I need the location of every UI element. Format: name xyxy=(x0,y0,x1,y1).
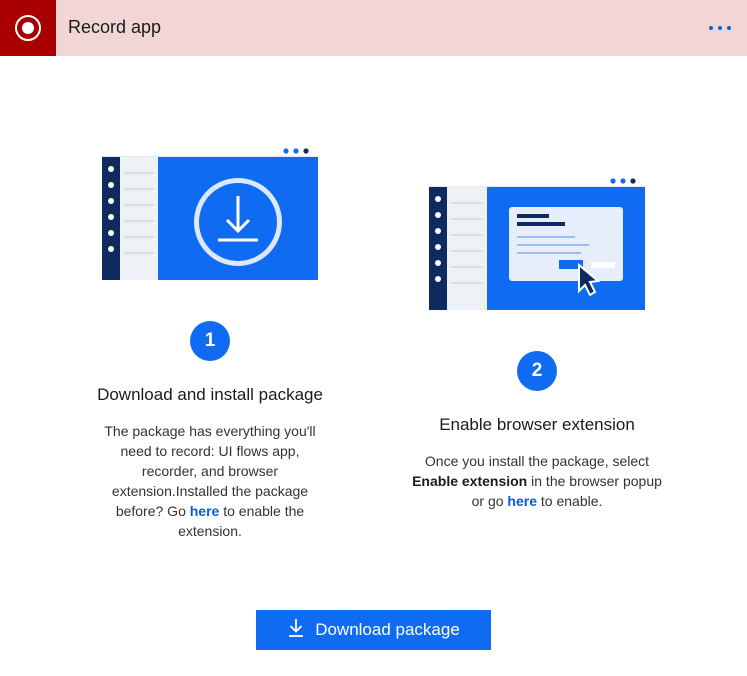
download-icon xyxy=(287,618,305,643)
download-package-button[interactable]: Download package xyxy=(256,610,491,650)
enable-extension-link[interactable]: here xyxy=(507,493,537,509)
step-number-badge: 2 xyxy=(517,351,557,391)
enable-extension-link[interactable]: here xyxy=(190,503,220,519)
record-icon xyxy=(0,0,56,56)
app-title: Record app xyxy=(68,17,162,37)
step-title: Download and install package xyxy=(97,385,323,404)
step-description: Once you install the package, select Ena… xyxy=(412,453,662,509)
step-title: Enable browser extension xyxy=(439,415,635,434)
step-number-badge: 1 xyxy=(190,321,230,361)
app-header: Record app xyxy=(0,0,747,56)
browser-extension-illustration xyxy=(429,174,645,310)
download-illustration xyxy=(102,144,318,280)
more-options-icon[interactable] xyxy=(702,16,738,40)
download-button-label: Download package xyxy=(315,620,460,639)
step-description: The package has everything you'll need t… xyxy=(104,423,316,539)
